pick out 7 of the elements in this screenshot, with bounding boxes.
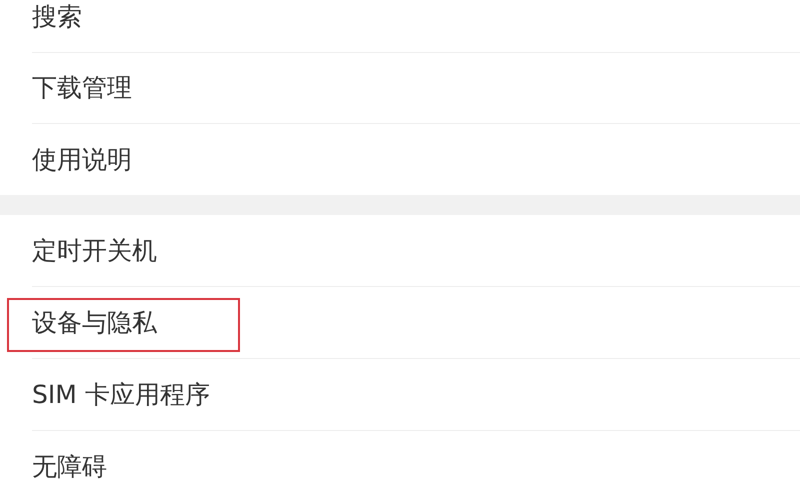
- menu-item[interactable]: 设备与隐私: [32, 304, 157, 342]
- menu-item[interactable]: 无障碍: [32, 448, 107, 486]
- menu-item[interactable]: SIM 卡应用程序: [32, 376, 210, 414]
- menu-item[interactable]: 定时开关机: [32, 232, 157, 270]
- menu-item[interactable]: 搜索: [32, 0, 82, 36]
- menu-item[interactable]: 使用说明: [32, 140, 132, 178]
- menu-item[interactable]: 下载管理: [32, 69, 132, 107]
